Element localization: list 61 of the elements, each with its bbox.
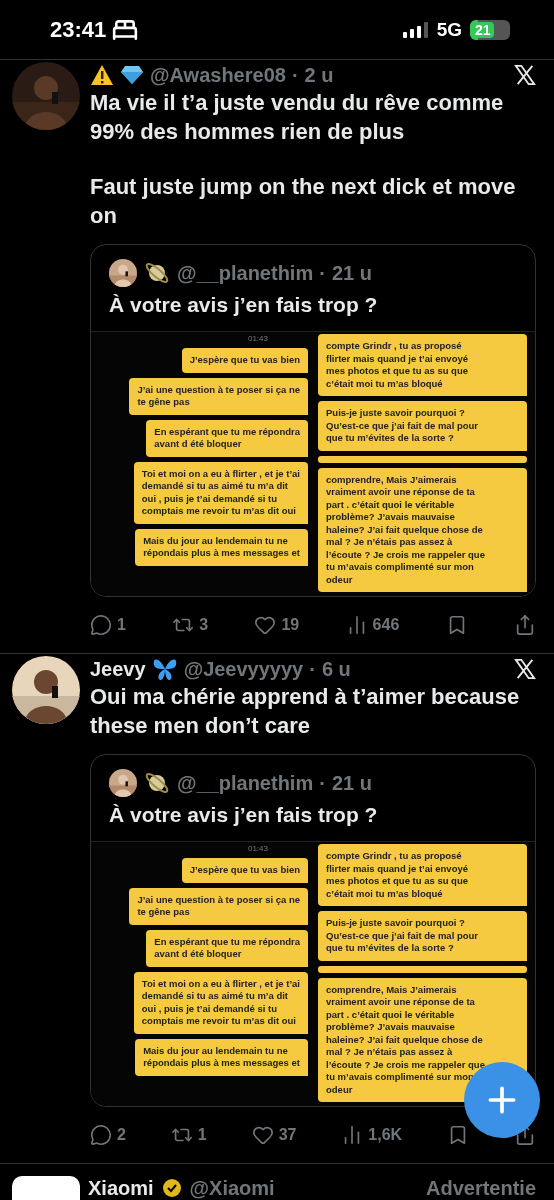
chat-bubble: comprendre, Mais J’aimerais vraiment avoir une réponse de ta part . c’était quoi le véritable problème? J’avais mauvaise haleine? J’ai fait quelque chose de mal ? Je n’étais pas assez à l’écoute ? Je crois me rappeler que tu m’avais complimenté sur mon odeur xyxy=(318,467,527,592)
quoted-handle: @__planethim xyxy=(177,771,314,795)
network-label: 5G xyxy=(436,18,462,41)
signal-icon xyxy=(402,21,429,38)
chat-bubble: Toi et moi on a eu à flirter , et je t’ai demandé si tu as aimé tu m’a dit oui , puis je t’ai demandé si tu comptais me revoir tu m’as dit oui xyxy=(133,461,308,524)
quoted-handle: @__planethim xyxy=(177,261,314,285)
action-count: 37 xyxy=(278,1126,297,1144)
author-handle: @Jeevyyyyy xyxy=(183,657,304,681)
action-count: 646 xyxy=(372,616,400,634)
post-text: Oui ma chérie apprend à t’aimer because these men don’t care xyxy=(90,683,521,740)
action-count: 1 xyxy=(117,616,126,634)
chat-bubble: Toi et moi on a eu à flirter , et je t’ai demandé si tu as aimé tu m’a dit oui , puis je t’ai demandé si tu comptais me revoir tu m’as dit oui xyxy=(133,971,308,1034)
author-name: Xiaomi xyxy=(88,1176,154,1200)
author-handle: @Awashere08 xyxy=(150,63,286,87)
heart-icon[interactable] xyxy=(251,1124,274,1146)
chat-bubble: J’espère que tu vas bien xyxy=(181,348,308,373)
author-handle: @Xiaomi xyxy=(189,1176,275,1200)
clock-time: 23:41 xyxy=(50,16,107,43)
action-count: 3 xyxy=(199,616,209,634)
warning-icon xyxy=(90,64,114,86)
post-time: 2 u xyxy=(304,63,334,87)
chat-bubble: Puis-je juste savoir pourquoi ? Qu’est-ce que j’ai fait de mal pour que tu m’évites de la sorte ? xyxy=(318,401,527,451)
action-count: 2 xyxy=(117,1126,126,1144)
post-text: Ma vie il t’a juste vendu du rêve comme 99% des hommes rien de plus xyxy=(90,89,505,146)
separator-dot: · xyxy=(319,261,326,285)
chat-bubble: J’ai une question à te poser si ça ne te gêne pas xyxy=(129,887,308,925)
butterfly-icon xyxy=(151,657,178,681)
separator-dot: · xyxy=(309,657,316,681)
chat-bubble: En espérant que tu me répondra avant d été bloquer xyxy=(146,929,308,967)
x-logo-icon xyxy=(514,658,536,680)
quoted-post-card[interactable] xyxy=(90,754,536,1107)
chat-bubble: Puis-je juste savoir pourquoi ? Qu’est-ce que j’ai fait de mal pour que tu m’évites de la sorte ? xyxy=(318,911,527,961)
separator-dot: · xyxy=(319,771,326,795)
battery-icon: 21 xyxy=(470,19,510,40)
chat-bubble: compte Grindr , tu as proposé flirter mais quand je t’ai envoyé mes photos et que tu as su que c’était moi tu m’as bloqué xyxy=(318,844,527,906)
chat-bubble: Mais du jour au lendemain tu ne répondais plus à mes messages et xyxy=(135,1038,308,1076)
quoted-text: À votre avis j’en fais trop ? xyxy=(108,802,379,828)
author-name: Jeevy xyxy=(90,657,146,681)
action-count: 19 xyxy=(281,616,300,634)
heart-icon[interactable] xyxy=(254,614,277,636)
quoted-post-card[interactable] xyxy=(90,244,536,597)
quoted-time: 21 u xyxy=(331,261,372,285)
chat-bubble: J’espère que tu vas bien xyxy=(181,858,308,883)
chat-bubble: En espérant que tu me répondra avant d été bloquer xyxy=(146,419,308,457)
x-logo-icon xyxy=(514,64,536,86)
quoted-time: 21 u xyxy=(331,771,372,795)
post-text: Faut juste jump on the next dick et move on xyxy=(90,173,517,230)
chat-time: 01:43 xyxy=(247,844,268,853)
action-count: 1 xyxy=(197,1126,207,1144)
action-count: 1,6K xyxy=(368,1126,403,1144)
chat-bubble: J’ai une question à te poser si ça ne te gêne pas xyxy=(129,377,308,415)
ad-label: Advertentie xyxy=(425,1176,536,1200)
post-time: 6 u xyxy=(321,657,351,681)
diamond-icon xyxy=(120,65,144,85)
chat-bubble: Mais du jour au lendemain tu ne répondais plus à mes messages et xyxy=(135,528,308,566)
separator-dot: · xyxy=(291,63,299,87)
chat-bubble: compte Grindr , tu as proposé flirter mais quand je t’ai envoyé mes photos et que tu as su que c’était moi tu m’as bloqué xyxy=(318,334,527,396)
reply-icon[interactable] xyxy=(90,1124,112,1146)
chat-time: 01:43 xyxy=(247,334,268,343)
quoted-text: À votre avis j’en fais trop ? xyxy=(108,292,379,318)
reply-icon[interactable] xyxy=(90,614,112,636)
